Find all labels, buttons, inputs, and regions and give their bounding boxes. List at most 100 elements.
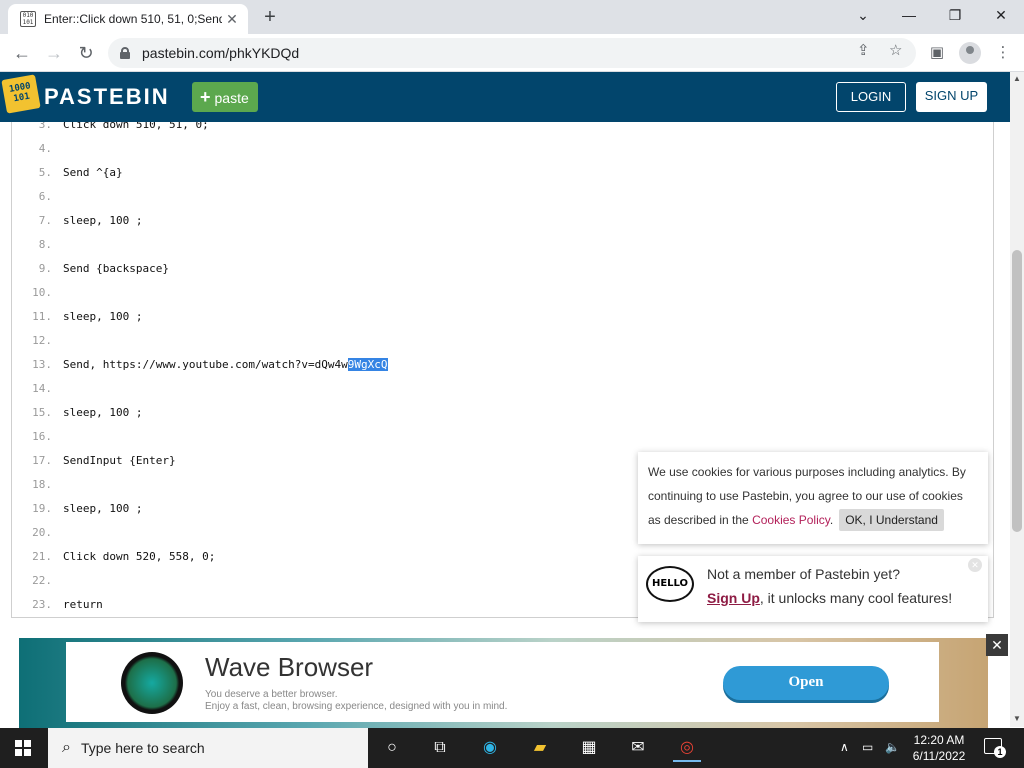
pastebin-logo-icon[interactable]: 1000 101 xyxy=(1,74,41,114)
profile-avatar-icon[interactable] xyxy=(959,42,981,64)
line-number: 23. xyxy=(32,598,52,611)
code-text[interactable]: sleep, 100 ; xyxy=(63,305,142,329)
pastebin-brand[interactable]: PASTEBIN xyxy=(44,84,170,110)
signup-button[interactable]: SIGN UP xyxy=(916,82,987,112)
code-text[interactable]: Send ^{a} xyxy=(63,161,123,185)
close-popup-icon[interactable]: ✕ xyxy=(968,558,982,572)
ad-title: Wave Browser xyxy=(205,652,374,682)
line-number: 17. xyxy=(32,454,52,467)
reload-icon[interactable]: ↻ xyxy=(72,39,100,67)
ad-content[interactable]: Wave Browser You deserve a better browse… xyxy=(66,642,939,722)
ad-close-icon[interactable]: ✕ xyxy=(986,634,1008,656)
ad-subtitle: You deserve a better browser. xyxy=(205,689,338,700)
share-icon[interactable]: ⇪ xyxy=(857,41,870,59)
chrome-icon[interactable]: ◎ xyxy=(673,734,701,762)
line-number: 7. xyxy=(38,214,52,227)
code-line: 7. sleep, 100 ; xyxy=(12,209,993,233)
cookie-text-end: . xyxy=(829,513,834,527)
maximize-button[interactable]: ❐ xyxy=(932,2,978,30)
network-icon[interactable]: ▭ xyxy=(862,740,873,754)
code-text[interactable]: Send, https://www.youtube.com/watch?v=dQ… xyxy=(63,353,388,377)
volume-icon[interactable]: 🔈 xyxy=(885,740,900,754)
task-view-icon[interactable]: ⧉ xyxy=(426,734,454,762)
url-text[interactable]: pastebin.com/phkYKDQd xyxy=(142,45,299,61)
signup-prompt: Not a member of Pastebin yet? xyxy=(707,566,900,582)
pastebin-header: 1000 101 PASTEBIN + paste LOGIN SIGN UP xyxy=(0,72,1010,122)
taskbar-clock[interactable]: 12:20 AM 6/11/2022 xyxy=(906,732,972,764)
line-number: 21. xyxy=(32,550,52,563)
scroll-down-arrow-icon[interactable]: ▼ xyxy=(1013,714,1021,723)
address-bar[interactable]: pastebin.com/phkYKDQd xyxy=(108,38,916,68)
line-number: 8. xyxy=(38,238,52,251)
code-text[interactable]: Click down 510, 51, 0; xyxy=(63,122,209,137)
menu-kebab-icon[interactable]: ⋮ xyxy=(992,42,1014,64)
code-text-content: sleep, 100 ; xyxy=(63,502,143,515)
code-line: 15. sleep, 100 ; xyxy=(12,401,993,425)
line-number: 20. xyxy=(32,526,52,539)
search-icon: ⌕ xyxy=(62,739,71,756)
tab-strip: 010 101 Enter::Click down 510, 51, 0;Send… xyxy=(0,0,1024,34)
code-line: 6. xyxy=(12,185,993,209)
tab-close-icon[interactable]: ✕ xyxy=(224,11,240,28)
line-number: 6. xyxy=(38,190,52,203)
line-number: 14. xyxy=(32,382,52,395)
bookmark-star-icon[interactable]: ☆ xyxy=(889,41,902,59)
store-icon[interactable]: ▦ xyxy=(575,734,603,762)
taskbar-search-box[interactable]: ⌕ Type here to search xyxy=(48,728,368,768)
page-scrollbar[interactable]: ▲ ▼ xyxy=(1010,72,1024,727)
code-text[interactable]: sleep, 100 ; xyxy=(63,209,142,233)
lock-icon[interactable] xyxy=(120,47,130,59)
show-hidden-icons-icon[interactable]: ∧ xyxy=(840,740,849,754)
line-number: 4. xyxy=(38,142,52,155)
notification-center-icon[interactable]: 1 xyxy=(984,738,1006,758)
back-arrow-icon[interactable]: ← xyxy=(8,39,36,67)
code-text-content: sleep, 100 ; xyxy=(63,406,143,419)
line-number: 19. xyxy=(32,502,52,515)
file-explorer-icon[interactable]: ▰ xyxy=(526,734,554,762)
forward-arrow-icon[interactable]: → xyxy=(40,39,68,67)
wave-browser-logo-icon xyxy=(121,652,183,714)
signup-link[interactable]: Sign Up xyxy=(707,590,760,606)
ad-banner[interactable]: Wave Browser You deserve a better browse… xyxy=(19,638,988,728)
scroll-up-arrow-icon[interactable]: ▲ xyxy=(1013,74,1021,83)
browser-tab[interactable]: 010 101 Enter::Click down 510, 51, 0;Send… xyxy=(8,4,248,34)
line-number: 9. xyxy=(38,262,52,275)
scrollbar-thumb[interactable] xyxy=(1012,250,1022,532)
mail-icon[interactable]: ✉ xyxy=(624,734,652,762)
close-window-button[interactable]: ✕ xyxy=(978,2,1024,30)
selected-text[interactable]: 9WgXcQ xyxy=(347,358,388,371)
cookie-ok-button[interactable]: OK, I Understand xyxy=(839,509,944,531)
minimize-button[interactable]: — xyxy=(886,2,932,30)
cortana-icon[interactable]: ○ xyxy=(378,734,406,762)
login-button[interactable]: LOGIN xyxy=(836,82,906,112)
code-text[interactable]: Send {backspace} xyxy=(63,257,169,281)
ad-open-button[interactable]: Open xyxy=(723,666,889,700)
edge-icon[interactable]: ◉ xyxy=(476,734,504,762)
signup-line: Sign Up, it unlocks many cool features! xyxy=(707,590,952,606)
code-text[interactable]: return xyxy=(63,593,103,617)
windows-start-icon[interactable] xyxy=(15,740,31,756)
side-panel-icon[interactable]: ▣ xyxy=(926,42,948,64)
code-text[interactable]: Click down 520, 558, 0; xyxy=(63,545,215,569)
code-text-content: SendInput {Enter} xyxy=(63,454,176,467)
code-text[interactable]: SendInput {Enter} xyxy=(63,449,176,473)
line-number: 13. xyxy=(32,358,52,371)
new-tab-button[interactable]: + xyxy=(258,6,282,30)
taskbar-search-placeholder: Type here to search xyxy=(80,740,205,756)
code-line: 16. xyxy=(12,425,993,449)
notification-count: 1 xyxy=(994,746,1006,758)
cookies-policy-link[interactable]: Cookies Policy xyxy=(752,513,830,527)
code-line: 11. sleep, 100 ; xyxy=(12,305,993,329)
clock-time: 12:20 AM xyxy=(913,733,965,747)
cookie-notice: We use cookies for various purposes incl… xyxy=(638,452,988,544)
line-number: 15. xyxy=(32,406,52,419)
code-text[interactable]: sleep, 100 ; xyxy=(63,497,142,521)
code-line: 9. Send {backspace} xyxy=(12,257,993,281)
new-paste-button[interactable]: + paste xyxy=(192,82,258,112)
code-line: 10. xyxy=(12,281,993,305)
tab-search-icon[interactable]: ⌄ xyxy=(840,2,886,30)
code-text-content: Send ^{a} xyxy=(63,166,123,179)
code-text[interactable]: sleep, 100 ; xyxy=(63,401,142,425)
code-text-content: Click down 510, 51, 0; xyxy=(63,122,209,131)
signup-line-rest: , it unlocks many cool features! xyxy=(759,590,953,606)
